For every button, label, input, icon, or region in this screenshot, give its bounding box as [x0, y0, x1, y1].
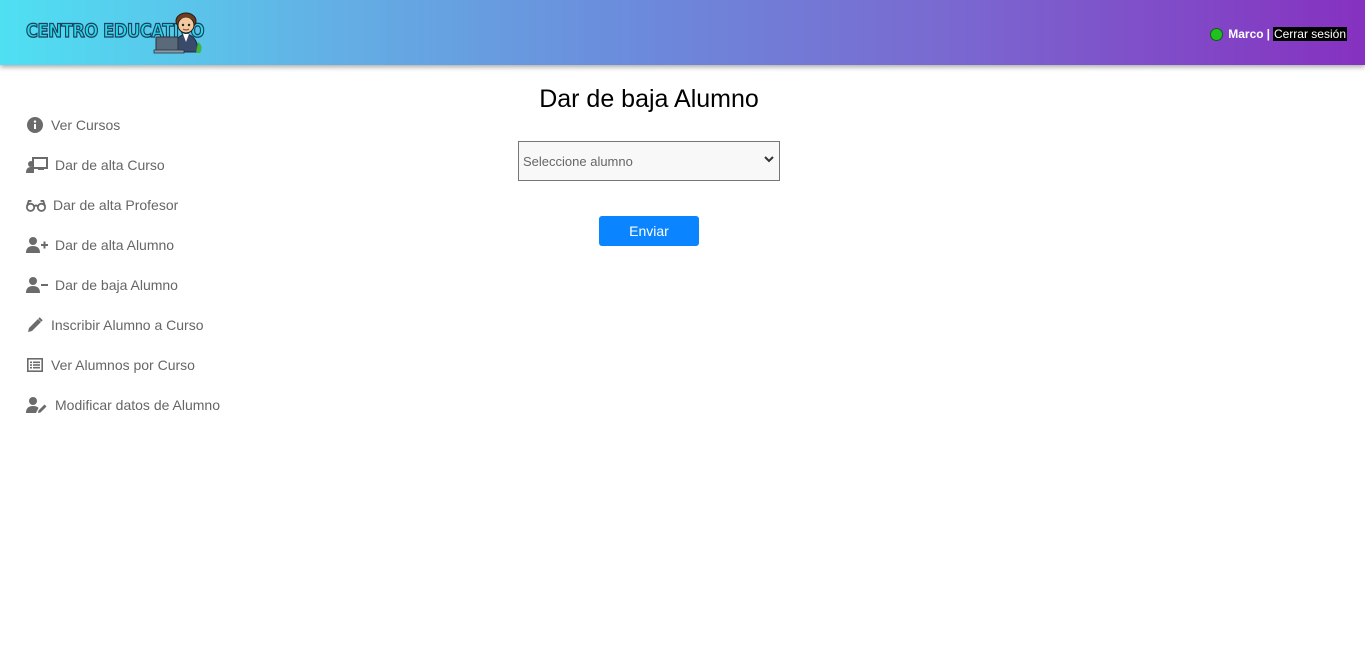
user-edit-icon: [24, 395, 50, 415]
sidebar-item-inscribir-alumno[interactable]: Inscribir Alumno a Curso: [24, 312, 204, 338]
chevron-down-icon: [764, 156, 774, 163]
user-minus-icon: [24, 275, 50, 295]
sidebar-item-label: Dar de alta Curso: [55, 157, 165, 173]
user-plus-icon: [24, 235, 50, 255]
user-separator: |: [1266, 27, 1270, 41]
page-title: Dar de baja Alumno: [539, 85, 759, 113]
student-select[interactable]: Seleccione alumno: [518, 141, 780, 181]
logout-link[interactable]: Cerrar sesión: [1272, 27, 1347, 41]
sidebar-item-alta-alumno[interactable]: Dar de alta Alumno: [24, 232, 174, 258]
sidebar-item-label: Dar de baja Alumno: [55, 277, 178, 293]
pencil-icon: [24, 315, 46, 335]
sidebar-item-alta-curso[interactable]: Dar de alta Curso: [24, 152, 165, 178]
sidebar-item-label: Inscribir Alumno a Curso: [51, 317, 204, 333]
sidebar-item-label: Ver Alumnos por Curso: [51, 357, 195, 373]
sidebar-item-ver-alumnos[interactable]: Ver Alumnos por Curso: [24, 352, 195, 378]
sidebar-item-label: Dar de alta Alumno: [55, 237, 175, 253]
online-status-icon: [1210, 27, 1224, 41]
logo[interactable]: CENTRO EDUCATIVO: [24, 12, 206, 54]
sidebar-item-label: Modificar datos de Alumno: [55, 397, 220, 413]
submit-button[interactable]: Enviar: [599, 216, 699, 246]
info-circle-icon: [24, 115, 46, 135]
student-select-value: Seleccione alumno: [523, 153, 633, 169]
sidebar-item-alta-profesor[interactable]: Dar de alta Profesor: [24, 192, 178, 218]
glasses-icon: [24, 195, 48, 215]
sidebar-item-label: Dar de alta Profesor: [53, 197, 179, 213]
teacher-board-icon: [24, 155, 50, 175]
sidebar-item-label: Ver Cursos: [51, 117, 121, 133]
list-icon: [24, 355, 46, 375]
sidebar-item-ver-cursos[interactable]: Ver Cursos: [24, 112, 120, 138]
sidebar-item-modificar-alumno[interactable]: Modificar datos de Alumno: [24, 392, 220, 418]
user-name: Marco: [1228, 27, 1264, 41]
student-laptop-icon: [153, 12, 202, 54]
sidebar-item-baja-alumno[interactable]: Dar de baja Alumno: [24, 272, 178, 298]
header: CENTRO EDUCATIVO Marco | Cerrar sesión: [0, 0, 1365, 65]
user-area: Marco | Cerrar sesión: [1210, 26, 1347, 42]
